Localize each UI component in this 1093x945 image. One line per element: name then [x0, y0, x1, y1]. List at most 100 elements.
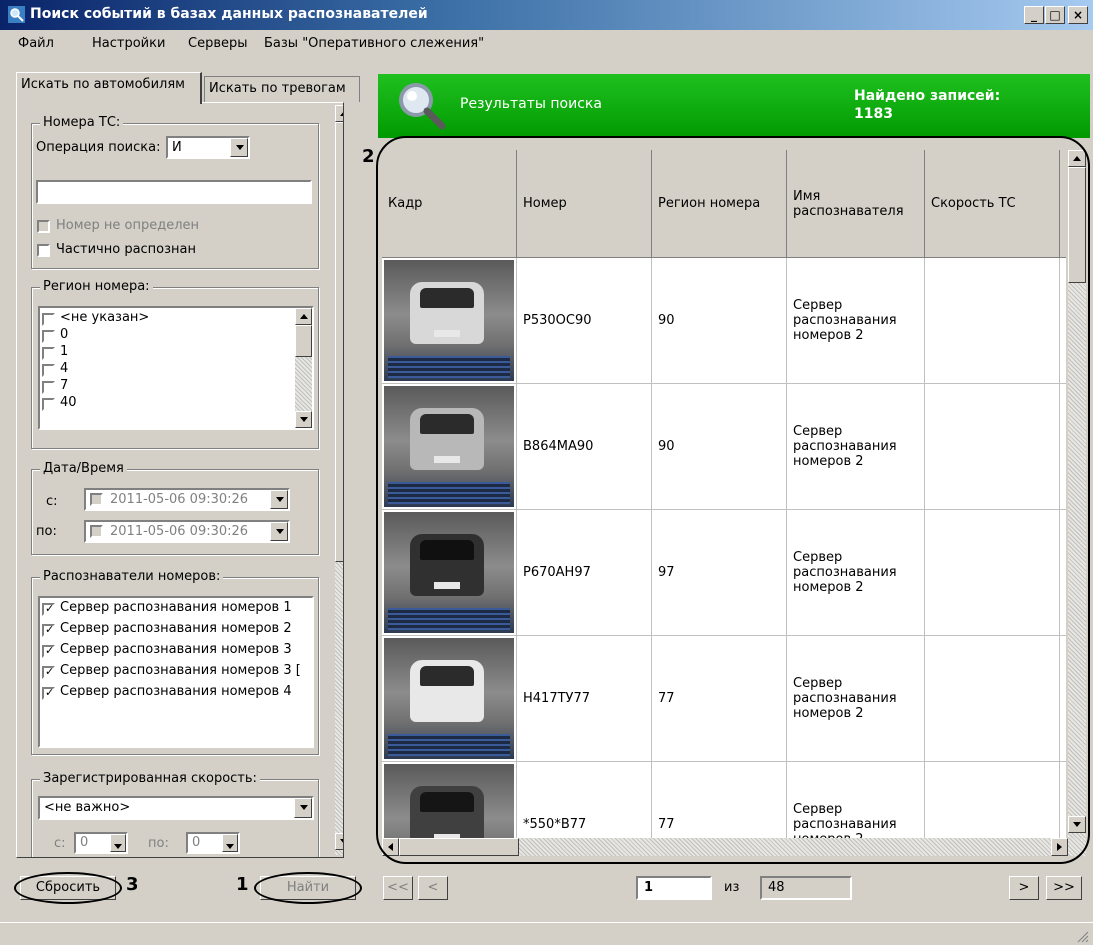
region-checkbox[interactable]	[42, 364, 55, 377]
find-highlight-ellipse	[254, 872, 362, 904]
recognizer-item[interactable]: Сервер распознавания номеров 2	[60, 621, 292, 636]
filters-scrollbar[interactable]	[335, 105, 343, 855]
check-icon: ✓	[45, 602, 55, 615]
date-to-value: 2011-05-06 09:30:26	[110, 524, 249, 539]
operation-value: И	[172, 140, 182, 155]
scroll-thumb[interactable]	[295, 325, 312, 357]
speed-from-label: с:	[54, 836, 66, 851]
arrow-down-icon	[340, 839, 343, 844]
close-button[interactable]: ×	[1068, 6, 1088, 24]
speed-to-label: по:	[148, 836, 169, 851]
region-checkbox[interactable]	[42, 347, 55, 360]
speed-from-spinner[interactable]: 0	[74, 832, 128, 854]
recognizer-checkbox[interactable]: ✓	[42, 623, 55, 637]
date-to-picker[interactable]: 2011-05-06 09:30:26	[84, 520, 290, 543]
region-item[interactable]: 1	[60, 344, 68, 359]
speed-combo[interactable]: <не важно>	[38, 796, 314, 820]
filters-panel: Номера ТС: Операция поиска: И Номер не о…	[16, 102, 344, 858]
date-from-label: с:	[46, 494, 58, 509]
page-of-label: из	[724, 880, 740, 895]
menu-servers[interactable]: Серверы	[188, 36, 248, 51]
resize-grip-icon[interactable]	[1075, 929, 1089, 943]
recognizer-checkbox[interactable]: ✓	[42, 686, 55, 700]
region-item[interactable]: 40	[60, 395, 77, 410]
scroll-up-button[interactable]	[335, 105, 343, 122]
not-detected-label: Номер не определен	[56, 218, 200, 233]
region-checkbox[interactable]	[42, 313, 55, 326]
plates-group: Номера ТС: Операция поиска: И Номер не о…	[31, 115, 319, 269]
operation-combo[interactable]: И	[166, 136, 250, 159]
recognizer-item[interactable]: Сервер распознавания номеров 3	[60, 642, 292, 657]
speed-value: <не важно>	[44, 800, 131, 815]
region-checkbox[interactable]	[42, 381, 55, 394]
menu-file[interactable]: Файл	[18, 36, 54, 51]
check-icon: ✓	[45, 623, 55, 636]
region-legend: Регион номера:	[40, 279, 153, 294]
scroll-down-button[interactable]	[295, 411, 312, 428]
page-number-input[interactable]: 1	[636, 876, 712, 900]
region-item[interactable]: <не указан>	[60, 310, 149, 325]
region-checkbox[interactable]	[42, 330, 55, 343]
app-search-icon	[8, 6, 25, 23]
tab-search-by-alarms[interactable]: Искать по тревогам	[204, 76, 360, 102]
combo-dropdown-button[interactable]	[230, 138, 248, 157]
operation-label: Операция поиска:	[36, 140, 161, 155]
first-page-button[interactable]: <<	[383, 876, 413, 900]
recognizer-checkbox[interactable]: ✓	[42, 644, 55, 658]
page-total-field: 48	[760, 876, 852, 900]
menu-settings[interactable]: Настройки	[92, 36, 165, 51]
title-bar: Поиск событий в базах данных распознават…	[0, 0, 1093, 30]
recognizers-listbox[interactable]: ✓ Сервер распознавания номеров 1 ✓ Серве…	[38, 596, 314, 748]
chevron-down-icon	[276, 497, 284, 502]
partial-checkbox[interactable]	[37, 244, 50, 257]
speed-to-spinner[interactable]: 0	[186, 832, 240, 854]
recognizer-item[interactable]: Сервер распознавания номеров 1	[60, 600, 292, 615]
not-detected-checkbox[interactable]	[37, 220, 50, 233]
date-from-dropdown[interactable]	[270, 490, 288, 509]
region-scrollbar[interactable]	[295, 308, 312, 428]
recognizer-item[interactable]: Сервер распознавания номеров 3 [	[60, 663, 301, 678]
speed-dropdown[interactable]	[294, 798, 312, 818]
status-bar	[0, 922, 1093, 945]
plate-number-input[interactable]	[36, 180, 312, 204]
scroll-thumb[interactable]	[335, 122, 343, 562]
check-icon: ✓	[45, 644, 55, 657]
date-from-picker[interactable]: 2011-05-06 09:30:26	[84, 488, 290, 511]
prev-page-button[interactable]: <	[418, 876, 448, 900]
callout-1: 1	[236, 874, 249, 895]
recognizer-item[interactable]: Сервер распознавания номеров 4	[60, 684, 292, 699]
callout-3: 3	[126, 874, 139, 895]
next-page-button[interactable]: >	[1009, 876, 1039, 900]
magnifier-icon	[399, 83, 446, 130]
date-to-dropdown[interactable]	[270, 522, 288, 541]
datetime-legend: Дата/Время	[40, 461, 127, 476]
speed-from-spin-buttons[interactable]	[110, 834, 126, 852]
table-highlight-ellipse	[376, 136, 1090, 864]
recognizer-checkbox[interactable]: ✓	[42, 665, 55, 679]
speed-to-value: 0	[192, 835, 201, 850]
tab-search-by-cars[interactable]: Искать по автомобилям	[16, 72, 202, 104]
region-listbox[interactable]: <не указан> 0 1 4 7 40	[38, 306, 314, 430]
datetime-group: Дата/Время с: 2011-05-06 09:30:26 по: 20…	[31, 461, 319, 555]
recognizer-checkbox[interactable]: ✓	[42, 602, 55, 616]
chevron-down-icon	[300, 805, 308, 810]
region-item[interactable]: 7	[60, 378, 68, 393]
scroll-up-button[interactable]	[295, 308, 312, 325]
date-to-label: по:	[36, 524, 57, 539]
maximize-button[interactable]: □	[1045, 6, 1065, 24]
chevron-down-icon	[276, 529, 284, 534]
speed-to-spin-buttons[interactable]	[222, 834, 238, 852]
speed-legend: Зарегистрированная скорость:	[40, 771, 260, 786]
minimize-button[interactable]: _	[1024, 6, 1044, 24]
arrow-down-icon	[300, 417, 308, 422]
window-title: Поиск событий в базах данных распознават…	[30, 6, 428, 22]
last-page-button[interactable]: >>	[1046, 876, 1082, 900]
date-to-checkbox[interactable]	[90, 525, 103, 538]
region-item[interactable]: 0	[60, 327, 68, 342]
region-item[interactable]: 4	[60, 361, 68, 376]
plates-legend: Номера ТС:	[40, 115, 124, 130]
scroll-down-button[interactable]	[335, 833, 343, 850]
date-from-checkbox[interactable]	[90, 493, 103, 506]
region-checkbox[interactable]	[42, 398, 55, 411]
menu-ops-databases[interactable]: Базы "Оперативного слежения"	[264, 36, 484, 51]
